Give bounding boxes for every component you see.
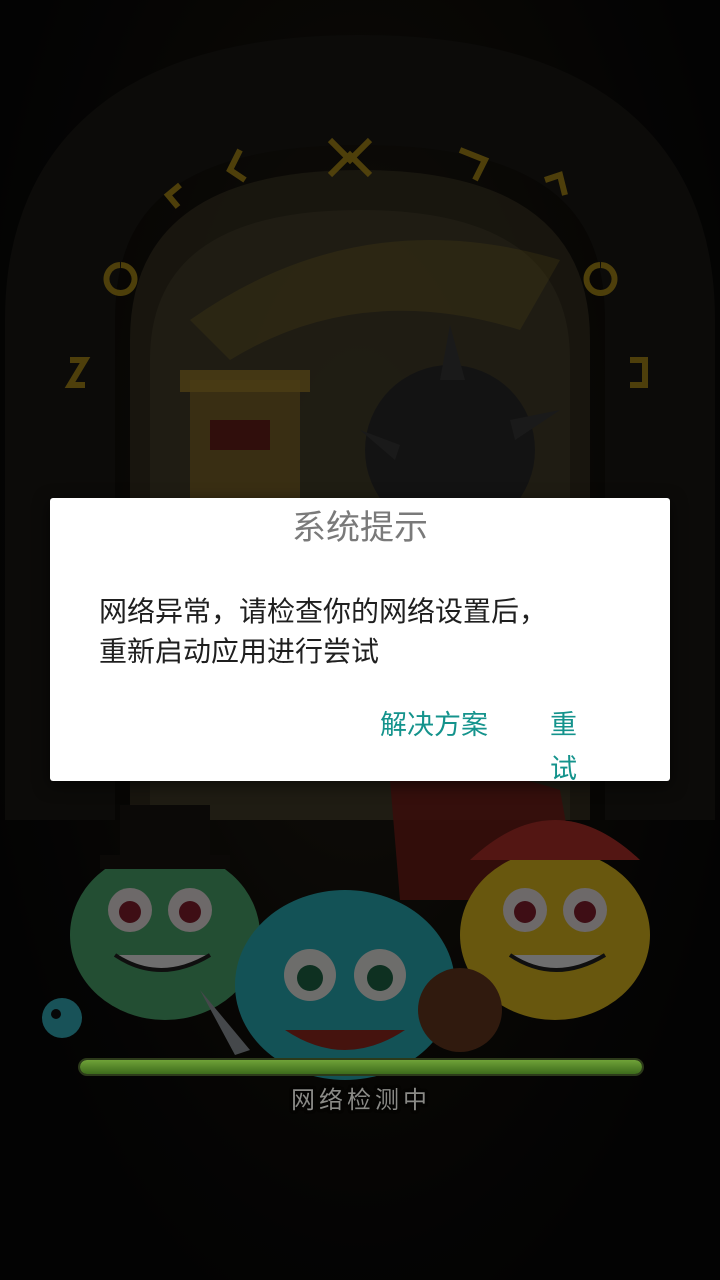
dialog-message-line-2: 重新启动应用进行尝试 xyxy=(99,635,380,668)
loading-progress-track xyxy=(78,1058,644,1076)
loading-progress-area: 网络检测中 xyxy=(78,1052,644,1114)
dialog-title: 系统提示 xyxy=(292,508,428,548)
dialog-message-line-1: 网络异常，请检查你的网络设置后， xyxy=(99,595,548,628)
game-loading-screen: 网络检测中 系统提示 网络异常，请检查你的网络设置后， 重新启动应用进行尝试 解决… xyxy=(0,0,720,1280)
dialog-message: 网络异常，请检查你的网络设置后， 重新启动应用进行尝试 xyxy=(99,592,629,672)
loading-progress-fill xyxy=(80,1060,642,1074)
solution-button[interactable]: 解决方案 xyxy=(380,704,498,748)
retry-button[interactable]: 重试 xyxy=(550,704,616,785)
loading-status-text: 网络检测中 xyxy=(291,1086,431,1114)
